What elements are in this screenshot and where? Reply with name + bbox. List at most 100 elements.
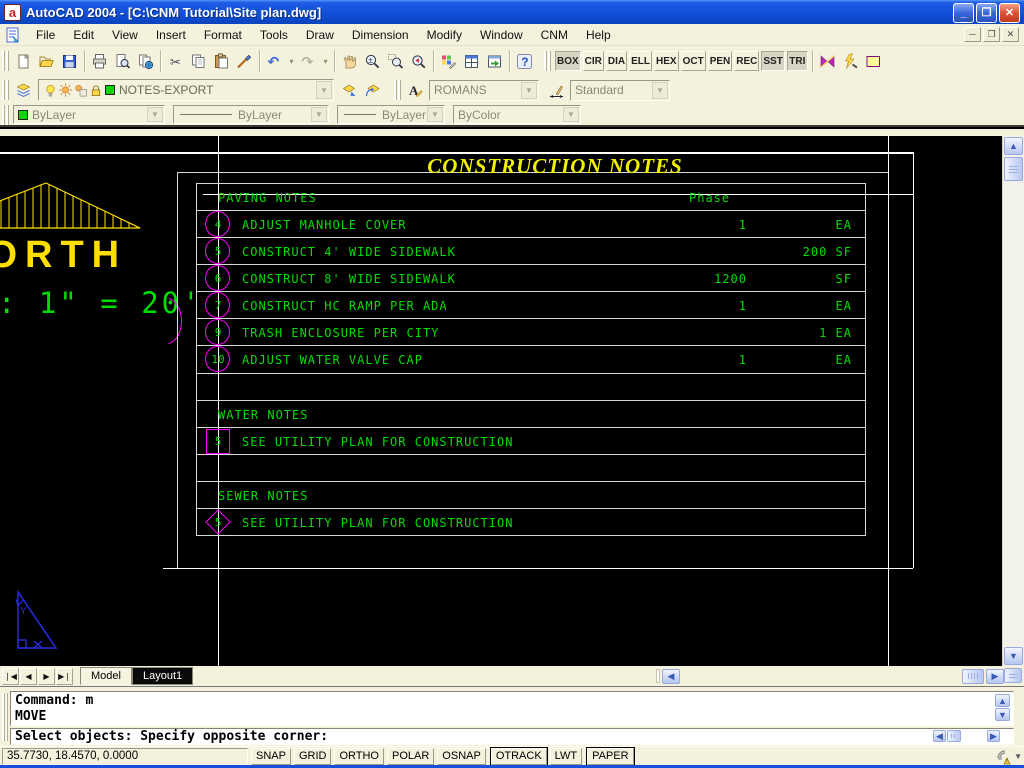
menu-modify[interactable]: Modify [418, 25, 471, 45]
color-combo[interactable]: ByLayer ▼ [13, 105, 165, 124]
toolbar-grip[interactable] [2, 105, 9, 125]
mdi-minimize-button[interactable]: ─ [964, 27, 981, 42]
toolbar-grip[interactable] [394, 80, 401, 100]
toggle-lwt[interactable]: LWT [550, 748, 582, 765]
menu-format[interactable]: Format [195, 25, 251, 45]
chevron-down-icon[interactable]: ▼ [311, 107, 327, 122]
command-prompt[interactable]: Select objects: Specify opposite corner: [10, 728, 1014, 745]
chevron-down-icon[interactable]: ▼ [427, 107, 443, 122]
designcenter-button[interactable] [483, 49, 506, 73]
first-tab-button[interactable]: ❘◀ [2, 668, 19, 685]
match-properties-button[interactable] [233, 49, 256, 73]
next-tab-button[interactable]: ▶ [38, 668, 55, 685]
alias-button-rec[interactable]: REC [734, 51, 759, 71]
redraw-button[interactable] [437, 49, 460, 73]
toolbar-grip[interactable] [2, 80, 9, 100]
scroll-left-button[interactable]: ◀ [662, 669, 680, 684]
zoom-previous-button[interactable] [407, 49, 430, 73]
open-button[interactable] [35, 49, 58, 73]
undo-button[interactable]: ↶ [263, 49, 286, 73]
zoom-realtime-button[interactable]: ± [361, 49, 384, 73]
menu-dimension[interactable]: Dimension [343, 25, 418, 45]
alias-button-ell[interactable]: ELL [629, 51, 652, 71]
alias-button-oct[interactable]: OCT [681, 51, 706, 71]
menu-file[interactable]: File [27, 25, 64, 45]
paste-button[interactable] [210, 49, 233, 73]
toggle-polar[interactable]: POLAR [387, 748, 434, 765]
mdi-restore-button[interactable]: ❐ [983, 27, 1000, 42]
bulb-icon[interactable] [43, 82, 58, 98]
communication-center-icon[interactable]: ! [995, 748, 1012, 765]
coordinate-display[interactable]: 35.7730, 18.4570, 0.0000 [2, 748, 248, 765]
redo-button[interactable]: ↷ [297, 49, 320, 73]
menu-insert[interactable]: Insert [147, 25, 195, 45]
bowtie-button[interactable] [816, 49, 839, 73]
tab-model[interactable]: Model [80, 667, 132, 685]
command-scroll-right-button[interactable]: ▶ [987, 730, 1000, 742]
scroll-up-button[interactable]: ▲ [1004, 137, 1023, 155]
publish-button[interactable] [134, 49, 157, 73]
linetype-combo[interactable]: ByLayer ▼ [173, 105, 329, 124]
redo-dropdown-button[interactable]: ▾ [320, 49, 331, 73]
cut-button[interactable]: ✂ [164, 49, 187, 73]
toggle-otrack[interactable]: OTRACK [491, 748, 547, 765]
hscroll-thumb[interactable] [962, 669, 984, 684]
toggle-grid[interactable]: GRID [294, 748, 332, 765]
restore-button[interactable]: ❐ [976, 3, 997, 23]
alias-button-hex[interactable]: HEX [654, 51, 679, 71]
command-scroll-left-button[interactable]: ◀ [933, 730, 946, 742]
prev-tab-button[interactable]: ◀ [20, 668, 37, 685]
command-scroll-up-button[interactable]: ▲ [995, 694, 1010, 707]
text-style-button[interactable]: A [404, 78, 427, 102]
help-button[interactable]: ? [513, 49, 536, 73]
alias-button-sst[interactable]: SST [761, 51, 784, 71]
toggle-snap[interactable]: SNAP [251, 748, 291, 765]
chevron-down-icon[interactable]: ▼ [563, 107, 579, 122]
note-button[interactable] [862, 49, 885, 73]
close-button[interactable]: ✕ [999, 3, 1020, 23]
dim-style-combo[interactable]: Standard ▼ [570, 80, 670, 101]
drawing-canvas[interactable]: NORTH : 1" = 20' CONSTRUCTION NOTES PAVI… [0, 136, 1002, 666]
undo-dropdown-button[interactable]: ▾ [286, 49, 297, 73]
alias-button-cir[interactable]: CIR [583, 51, 604, 71]
alias-button-tri[interactable]: TRI [787, 51, 808, 71]
copy-button[interactable] [187, 49, 210, 73]
vscroll-thumb[interactable] [1004, 157, 1023, 181]
properties-button[interactable] [460, 49, 483, 73]
freeze-in-viewport-icon[interactable] [73, 82, 88, 98]
alias-button-pen[interactable]: PEN [708, 51, 733, 71]
layer-manager-button[interactable] [12, 78, 35, 102]
mdi-close-button[interactable]: ✕ [1002, 27, 1019, 42]
minimize-button[interactable]: _ [953, 3, 974, 23]
command-window-grip[interactable] [2, 693, 8, 741]
splitter-handle[interactable] [656, 669, 660, 683]
print-button[interactable] [88, 49, 111, 73]
chevron-down-icon[interactable]: ▼ [521, 82, 537, 99]
toggle-ortho[interactable]: ORTHO [334, 748, 384, 765]
zoom-window-button[interactable] [384, 49, 407, 73]
menu-draw[interactable]: Draw [297, 25, 343, 45]
last-tab-button[interactable]: ▶❘ [56, 668, 73, 685]
menu-tools[interactable]: Tools [251, 25, 297, 45]
toolbar-grip[interactable] [544, 51, 551, 71]
toggle-paper[interactable]: PAPER [587, 748, 633, 765]
alias-button-dia[interactable]: DIA [606, 51, 627, 71]
menu-view[interactable]: View [103, 25, 147, 45]
dim-style-button[interactable] [545, 78, 568, 102]
command-history[interactable]: Command: mMOVE [10, 691, 1014, 726]
new-button[interactable] [12, 49, 35, 73]
toggle-osnap[interactable]: OSNAP [437, 748, 486, 765]
scroll-right-button[interactable]: ▶ [986, 669, 1004, 684]
chevron-down-icon[interactable]: ▼ [147, 107, 163, 122]
command-scroll-down-button[interactable]: ▼ [995, 708, 1010, 721]
layer-previous-button[interactable] [361, 78, 384, 102]
chevron-down-icon[interactable]: ▼ [652, 82, 668, 99]
menu-cnm[interactable]: CNM [532, 25, 577, 45]
layer-combo[interactable]: NOTES-EXPORT ▼ [38, 79, 334, 101]
chevron-down-icon[interactable]: ▼ [316, 81, 332, 99]
pan-button[interactable] [338, 49, 361, 73]
toolbar-grip[interactable] [2, 51, 9, 71]
make-object-layer-current-button[interactable] [338, 78, 361, 102]
status-tray-arrow-icon[interactable]: ▼ [1014, 752, 1022, 761]
tab-layout1[interactable]: Layout1 [132, 667, 193, 685]
